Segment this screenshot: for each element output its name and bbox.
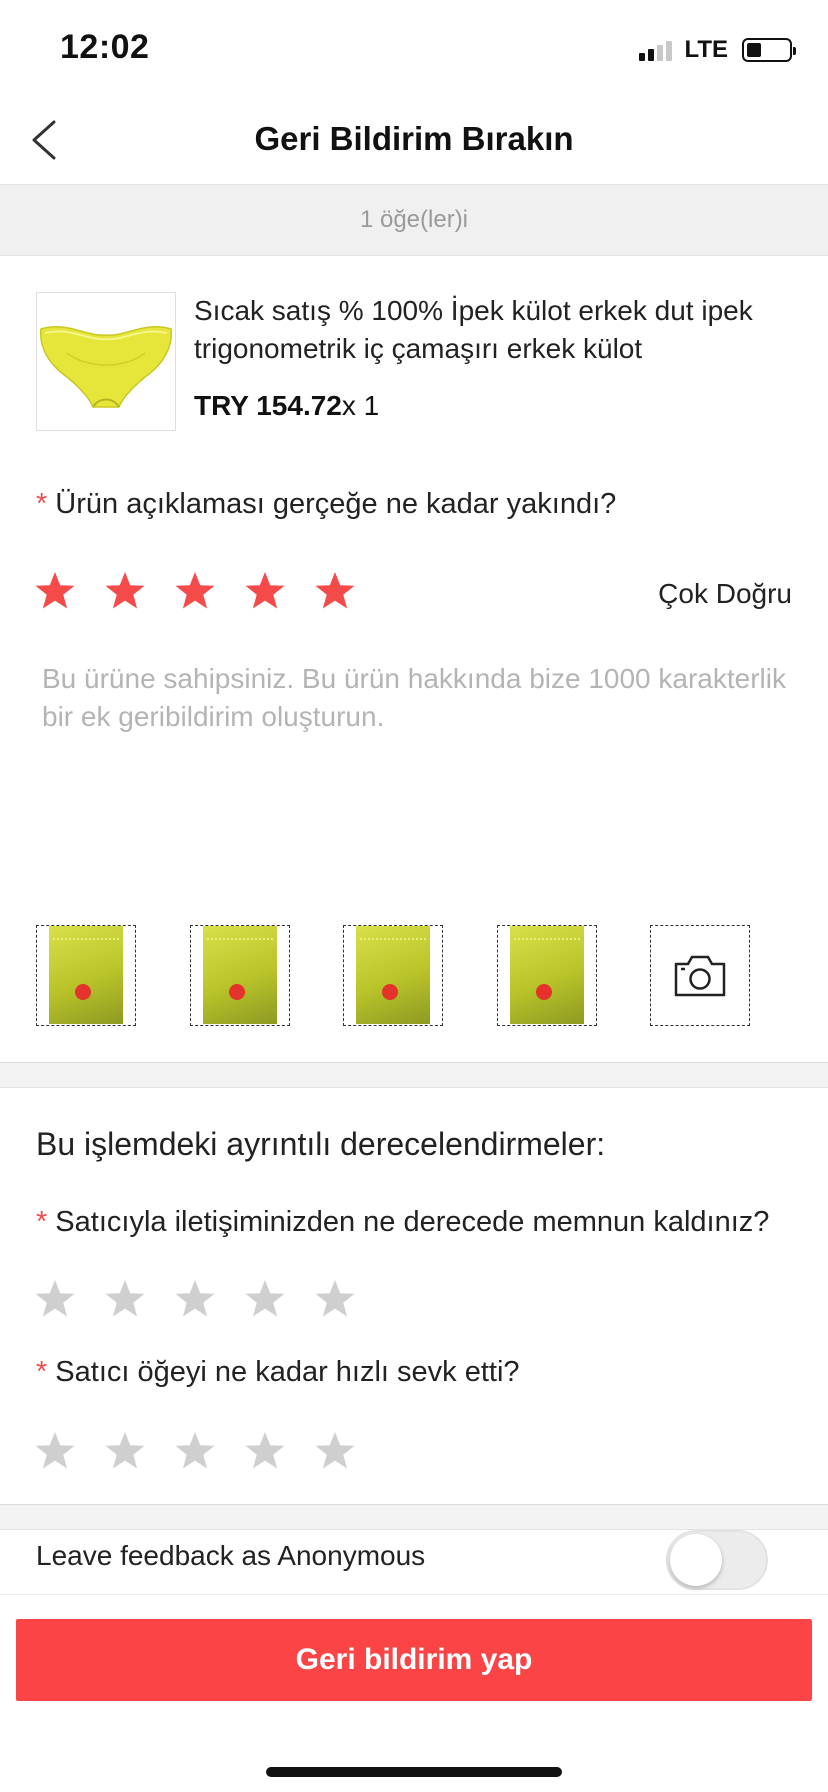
shipping-question: * Satıcı öğeyi ne kadar hızlı sevk etti? — [36, 1356, 520, 1389]
toggle-knob — [670, 1534, 722, 1586]
star-2[interactable] — [104, 570, 146, 612]
star-2[interactable] — [104, 1430, 146, 1472]
anonymous-toggle[interactable] — [666, 1530, 768, 1590]
status-bar: 12:02 LTE — [0, 0, 828, 96]
star-2[interactable] — [104, 1278, 146, 1320]
required-mark: * — [36, 1356, 48, 1388]
required-mark: * — [36, 488, 48, 520]
star-icon — [105, 1280, 145, 1317]
bottom-bar: Geri bildirim yap — [0, 1594, 828, 1792]
page-title: Geri Bildirim Bırakın — [254, 120, 574, 157]
detailed-ratings-title: Bu işlemdeki ayrıntılı derecelendirmeler… — [36, 1126, 606, 1162]
camera-icon — [674, 955, 726, 996]
star-3[interactable] — [174, 570, 216, 612]
section-divider — [0, 1504, 828, 1530]
star-5[interactable] — [314, 1278, 356, 1320]
submit-feedback-button[interactable]: Geri bildirim yap — [16, 1619, 812, 1701]
star-icon — [315, 572, 355, 609]
battery-icon — [742, 38, 796, 62]
product-price: TRY 154.72 — [194, 390, 342, 421]
photo-thumbnail-2[interactable] — [190, 925, 290, 1026]
communication-question-text: Satıcıyla iletişiminizden ne derecede me… — [55, 1206, 770, 1238]
star-4[interactable] — [244, 570, 286, 612]
shipping-stars — [34, 1430, 356, 1472]
product-title: Sıcak satış % 100% İpek külot erkek dut … — [194, 295, 753, 364]
star-icon — [175, 572, 215, 609]
star-icon — [245, 572, 285, 609]
status-time: 12:02 — [60, 28, 150, 66]
product-image — [36, 292, 176, 431]
nav-bar: Geri Bildirim Bırakın — [0, 96, 828, 184]
star-5[interactable] — [314, 570, 356, 612]
product-summary: Sıcak satış % 100% İpek külot erkek dut … — [36, 292, 796, 432]
star-icon — [315, 1432, 355, 1469]
star-icon — [175, 1280, 215, 1317]
star-1[interactable] — [34, 1278, 76, 1320]
photo-thumbnail-3[interactable] — [343, 925, 443, 1026]
star-3[interactable] — [174, 1430, 216, 1472]
star-4[interactable] — [244, 1278, 286, 1320]
star-icon — [105, 1432, 145, 1469]
star-3[interactable] — [174, 1278, 216, 1320]
shipping-question-text: Satıcı öğeyi ne kadar hızlı sevk etti? — [55, 1356, 520, 1388]
star-icon — [105, 572, 145, 609]
status-indicators: LTE — [639, 36, 796, 64]
items-count-band: 1 öğe(ler)i — [0, 184, 828, 256]
description-stars — [34, 570, 356, 612]
product-price-line: TRY 154.72x 1 — [194, 390, 379, 422]
description-question-text: Ürün açıklaması gerçeğe ne kadar yakındı… — [55, 488, 617, 520]
home-indicator — [266, 1767, 562, 1777]
anonymous-row: Leave feedback as Anonymous — [0, 1530, 828, 1592]
items-count: 1 öğe(ler)i — [359, 206, 469, 233]
star-icon — [245, 1432, 285, 1469]
star-1[interactable] — [34, 570, 76, 612]
photo-thumbnail-1[interactable] — [36, 925, 136, 1026]
anonymous-label: Leave feedback as Anonymous — [36, 1540, 426, 1571]
photo-strip — [36, 925, 792, 1027]
star-icon — [35, 1432, 75, 1469]
star-icon — [315, 1280, 355, 1317]
photo-thumbnail-4[interactable] — [497, 925, 597, 1026]
network-label: LTE — [684, 36, 728, 63]
star-4[interactable] — [244, 1430, 286, 1472]
star-icon — [35, 1280, 75, 1317]
star-icon — [175, 1432, 215, 1469]
section-divider — [0, 1062, 828, 1088]
description-question: * Ürün açıklaması gerçeğe ne kadar yakınd… — [36, 488, 616, 521]
required-mark: * — [36, 1206, 48, 1238]
feedback-textarea[interactable] — [36, 660, 792, 860]
star-icon — [245, 1280, 285, 1317]
add-photo-button[interactable] — [650, 925, 750, 1026]
briefs-image — [39, 326, 173, 408]
product-quantity: x 1 — [341, 390, 380, 421]
description-rating-label: Çok Doğru — [658, 578, 792, 609]
communication-question: * Satıcıyla iletişiminizden ne derecede m… — [36, 1206, 769, 1239]
communication-stars — [34, 1278, 356, 1320]
star-1[interactable] — [34, 1430, 76, 1472]
star-5[interactable] — [314, 1430, 356, 1472]
signal-icon — [639, 39, 673, 61]
star-icon — [35, 572, 75, 609]
